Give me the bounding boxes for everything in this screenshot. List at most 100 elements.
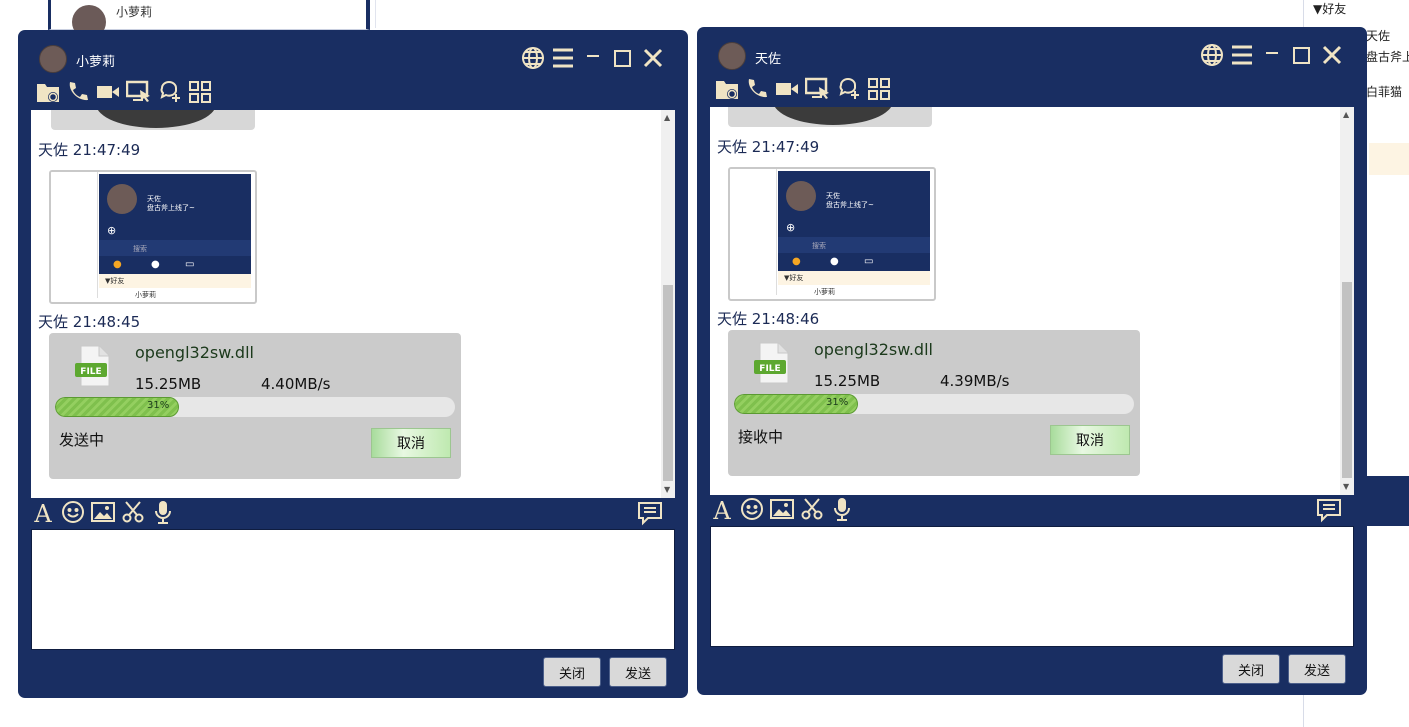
maximize-icon[interactable] [611,46,635,70]
file-transfer-card: FILE opengl32sw.dll 15.25MB 4.39MB/s 31%… [728,330,1140,476]
avatar[interactable] [718,42,746,70]
contact-name-2[interactable]: 白菲猫 [1366,83,1402,100]
previous-image[interactable] [728,107,932,127]
globe-icon[interactable] [521,46,545,70]
maximize-icon[interactable] [1290,43,1314,67]
scissors-icon[interactable] [121,500,145,524]
folder-icon[interactable] [36,80,60,104]
menu-icon[interactable] [1230,43,1254,67]
close-icon[interactable] [1320,43,1344,67]
thumbnail-user-icon: ● [792,256,801,267]
globe-icon[interactable] [1200,43,1224,67]
emoji-icon[interactable] [61,500,85,524]
thumbnail-user-icon: ● [113,259,122,270]
file-name: opengl32sw.dll [135,343,254,362]
scrollbar[interactable]: ▲ ▼ [1340,107,1354,495]
scrollbar-thumb[interactable] [663,285,673,481]
scroll-up-icon[interactable]: ▲ [664,114,670,122]
avatar[interactable] [39,45,67,73]
message-time: 21:48:46 [751,310,820,328]
screenshot-thumbnail[interactable]: 天佐 盘古斧上线了~ ⊕ 搜索 ● ● ▭ ▼好友 小萝莉 [728,167,936,301]
file-name: opengl32sw.dll [814,340,933,359]
friends-group-label[interactable]: ▼好友 [1313,0,1346,17]
font-icon[interactable]: A [710,497,734,521]
progress-bar: 31% [55,397,455,417]
send-button[interactable]: 发送 [1288,654,1346,684]
message-header: 天佐 21:48:46 [717,308,819,329]
thumbnail-contact: 小萝莉 [814,288,835,296]
message-area[interactable]: 天佐 21:47:49 天佐 盘古斧上线了~ ⊕ 搜索 ● ● ▭ ▼好友 小萝… [31,110,675,498]
thumbnail-group: ▼好友 [784,274,804,282]
progress-label: 31% [147,400,170,411]
thumbnail-users-icon: ● [830,256,839,267]
cancel-button[interactable]: 取消 [371,428,451,458]
scroll-down-icon[interactable]: ▼ [664,486,670,494]
video-icon[interactable] [96,80,120,104]
thumbnail-avatar [107,184,137,214]
phone-icon[interactable] [66,80,90,104]
video-icon[interactable] [775,77,799,101]
sender-name: 天佐 [38,141,69,159]
message-history-icon[interactable] [1316,497,1341,523]
image-icon[interactable] [91,500,115,524]
file-transfer-card: FILE opengl32sw.dll 15.25MB 4.40MB/s 31%… [49,333,461,479]
sender-name: 天佐 [717,310,748,328]
screenshot-thumbnail[interactable]: 天佐 盘古斧上线了~ ⊕ 搜索 ● ● ▭ ▼好友 小萝莉 [49,170,257,304]
file-size: 15.25MB [135,375,202,393]
scroll-up-icon[interactable]: ▲ [1343,111,1349,119]
thumbnail-left-pane [730,169,777,295]
chat-title-name: 小萝莉 [76,55,116,70]
transfer-status: 接收中 [738,428,784,446]
thumbnail-chat-icon: ▭ [864,256,874,267]
thumbnail-search-bar [778,237,930,253]
chat-title-name: 天佐 [755,52,782,67]
minimize-icon[interactable] [1260,43,1284,67]
message-history-icon[interactable] [637,500,662,526]
chat-window-1: 小萝莉 天佐 21:47:49 天佐 盘古斧上线了~ ⊕ 搜索 ● ● ▭ ▼好… [18,30,688,698]
title-bar[interactable]: 小萝莉 [18,30,688,82]
title-bar[interactable]: 天佐 [697,27,1367,79]
thumbnail-users-icon: ● [151,259,160,270]
chat-add-icon[interactable] [837,77,861,101]
svg-text:FILE: FILE [80,367,101,377]
scissors-icon[interactable] [800,497,824,521]
microphone-icon[interactable] [151,500,175,524]
emoji-icon[interactable] [740,497,764,521]
sender-name: 天佐 [717,138,748,156]
message-header: 天佐 21:47:49 [38,139,140,160]
background-window-strip [375,0,1298,28]
menu-icon[interactable] [551,46,575,70]
message-area[interactable]: 天佐 21:47:49 天佐 盘古斧上线了~ ⊕ 搜索 ● ● ▭ ▼好友 小萝… [710,107,1354,495]
send-button[interactable]: 发送 [609,657,667,687]
transfer-speed: 4.39MB/s [940,372,1010,390]
apps-icon[interactable] [188,80,212,104]
contact-name[interactable]: 天佐 [1366,27,1390,44]
folder-icon[interactable] [715,77,739,101]
close-icon[interactable] [641,46,665,70]
svg-text:A: A [33,500,52,524]
thumbnail-chat-icon: ▭ [185,259,195,270]
close-button[interactable]: 关闭 [543,657,601,687]
apps-icon[interactable] [867,77,891,101]
screen-share-icon[interactable] [805,77,829,101]
image-icon[interactable] [770,497,794,521]
thumbnail-status: 盘古斧上线了~ [826,201,874,209]
phone-icon[interactable] [745,77,769,101]
font-icon[interactable]: A [31,500,55,524]
message-input[interactable] [710,526,1354,647]
chat-add-icon[interactable] [158,80,182,104]
format-toolbar: A [710,495,1354,523]
scrollbar[interactable]: ▲ ▼ [661,110,675,498]
minimize-icon[interactable] [581,46,605,70]
cancel-button[interactable]: 取消 [1050,425,1130,455]
message-input[interactable] [31,529,675,650]
microphone-icon[interactable] [830,497,854,521]
progress-bar: 31% [734,394,1134,414]
scroll-down-icon[interactable]: ▼ [1343,483,1349,491]
background-contact-name: 小萝莉 [116,5,153,19]
scrollbar-thumb[interactable] [1342,282,1352,478]
close-button[interactable]: 关闭 [1222,654,1280,684]
previous-image[interactable] [51,110,255,130]
screen-share-icon[interactable] [126,80,150,104]
thumbnail-search-text: 搜索 [812,242,826,250]
